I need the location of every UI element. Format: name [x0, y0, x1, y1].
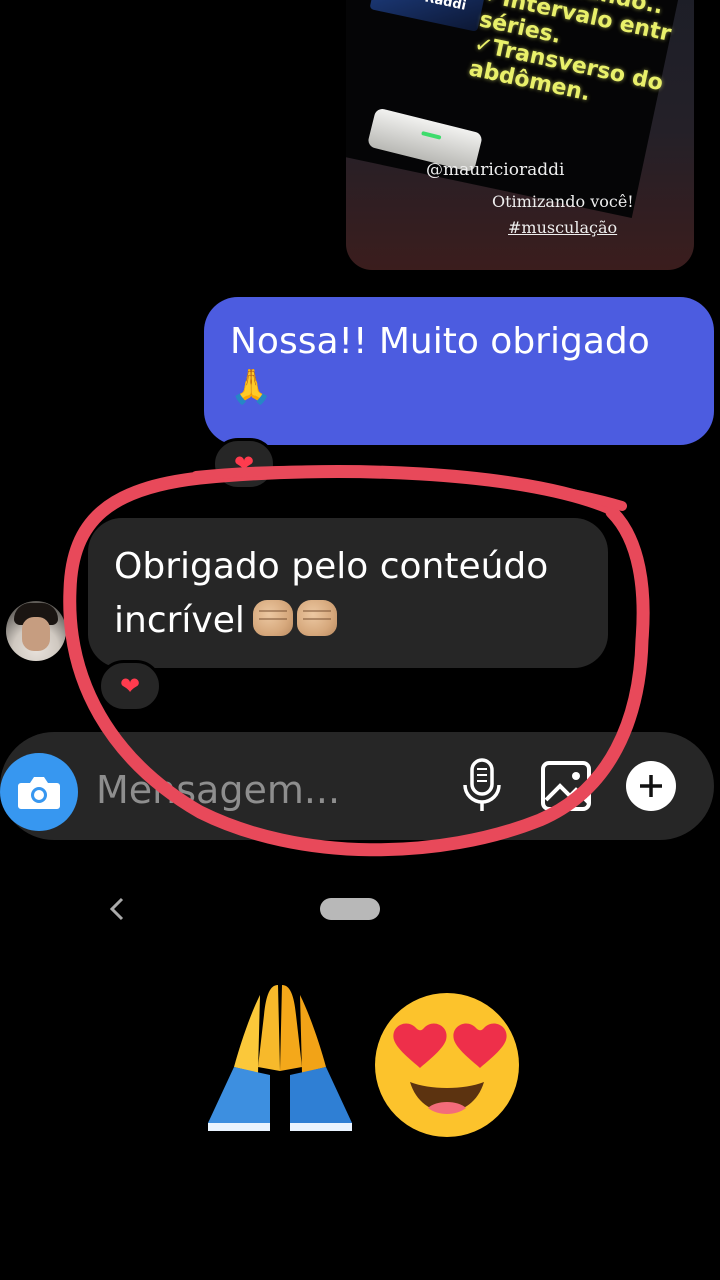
- fist-bump-icon: [296, 600, 337, 636]
- camera-icon: [18, 777, 60, 809]
- story-checklist: Seleção do p ✓Otimizando.. ✓Intervalo en…: [466, 0, 674, 107]
- camera-button[interactable]: [0, 753, 78, 831]
- story-handle: @mauricioraddi: [426, 160, 565, 180]
- praying-hands-icon: [208, 985, 352, 1131]
- router-led: [421, 131, 442, 140]
- message-input[interactable]: [96, 760, 436, 820]
- received-message-text-end: incrível: [114, 600, 245, 641]
- avatar[interactable]: [6, 601, 66, 661]
- shared-story-preview[interactable]: Seleção do p ✓Otimizando.. ✓Intervalo en…: [346, 0, 694, 270]
- heart-icon: ❤: [119, 672, 141, 700]
- story-tv-screen: Seleção do p ✓Otimizando.. ✓Intervalo en…: [346, 0, 682, 219]
- home-nav-pill[interactable]: [320, 898, 380, 920]
- sent-message-reaction[interactable]: ❤: [212, 438, 276, 490]
- received-message-bubble[interactable]: Obrigado pelo conteúdo incrível: [88, 518, 608, 668]
- microphone-icon[interactable]: [460, 757, 504, 815]
- gallery-icon[interactable]: [540, 760, 592, 812]
- more-options-button[interactable]: [626, 761, 676, 811]
- sent-message-text: Nossa!! Muito obrigado: [230, 321, 650, 362]
- sent-message-bubble[interactable]: Nossa!! Muito obrigado 🙏: [204, 297, 714, 445]
- plus-icon: [640, 775, 662, 797]
- received-message-text-line2: incrível: [114, 594, 582, 648]
- back-nav-icon[interactable]: [104, 893, 130, 925]
- received-message-reaction[interactable]: ❤: [98, 660, 162, 712]
- received-message-text: Obrigado pelo conteúdo: [114, 546, 549, 587]
- heart-eyes-emoji-icon: [375, 993, 519, 1137]
- story-slogan: Otimizando você!: [492, 192, 634, 211]
- fist-bump-icon: [252, 600, 293, 636]
- story-hashtag: #musculação: [508, 218, 618, 237]
- heart-icon: ❤: [233, 450, 255, 478]
- sent-message-emoji: 🙏: [230, 367, 273, 407]
